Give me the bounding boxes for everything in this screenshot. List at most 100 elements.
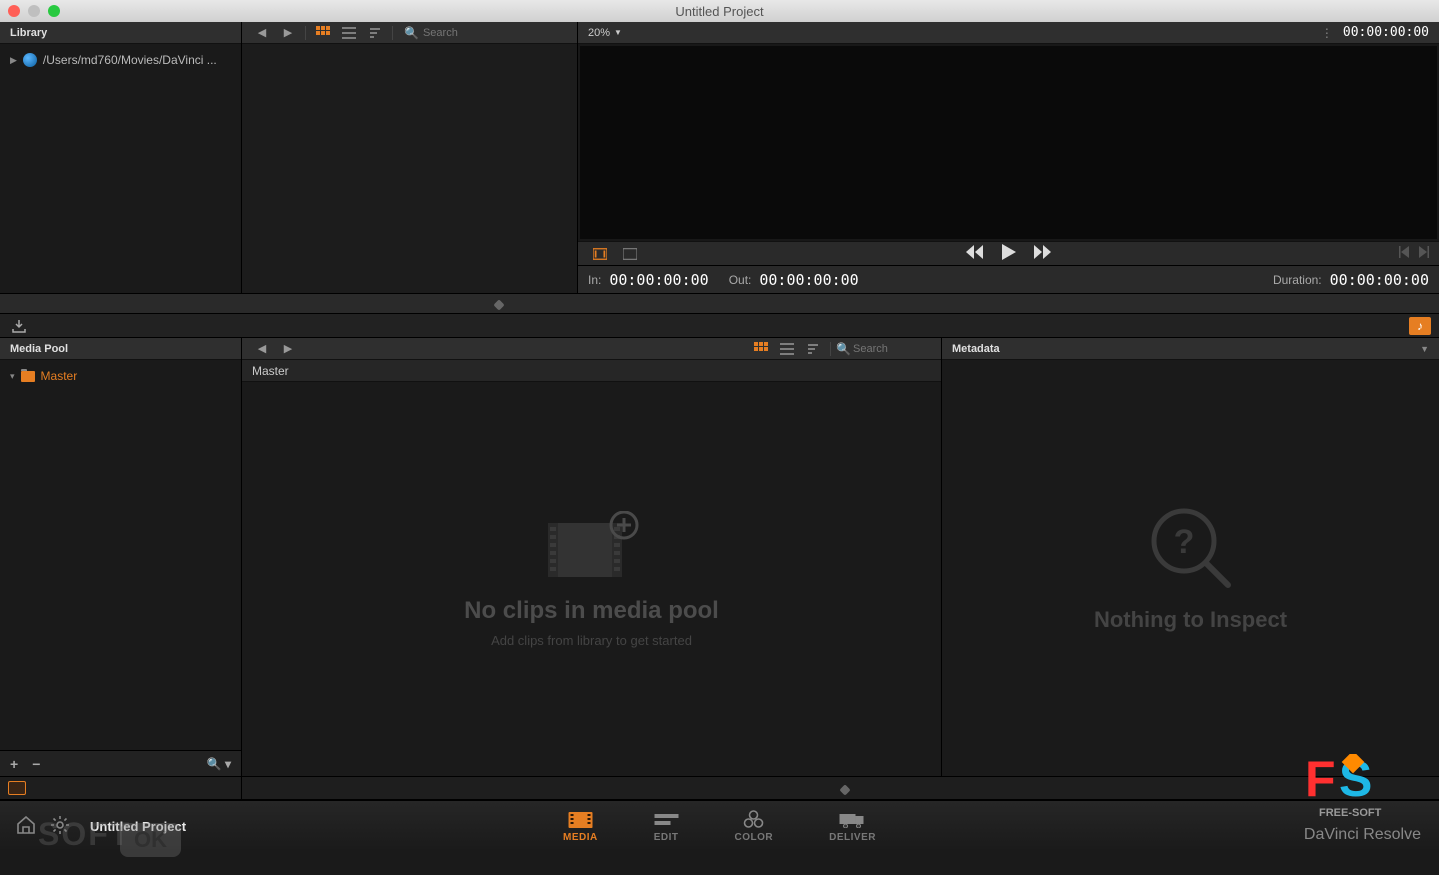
chevron-down-icon: ▼ <box>614 28 622 37</box>
question-magnifier-icon: ? <box>1146 503 1236 593</box>
safe-area-button[interactable] <box>618 245 642 263</box>
viewer-footer: In: 00:00:00:00 Out: 00:00:00:00 Duratio… <box>578 265 1439 293</box>
close-window-button[interactable] <box>8 5 20 17</box>
out-label: Out: <box>729 273 752 287</box>
clip-grid-panel: ◀ ▶ 🔍 Master <box>242 338 942 776</box>
filmstrip-plus-icon <box>542 511 642 581</box>
zoom-dropdown[interactable]: 20% ▼ <box>588 27 622 39</box>
pool-footer-toolbar: + − 🔍 ▾ <box>0 750 241 776</box>
bottom-strip <box>0 776 1439 800</box>
pool-nav-back-button[interactable]: ◀ <box>250 340 274 358</box>
page-label: DELIVER <box>829 832 876 843</box>
globe-icon <box>23 53 37 67</box>
clip-list-toggle-button[interactable] <box>8 781 26 795</box>
metadata-panel: Metadata ▼ ? Nothing to Inspect <box>942 338 1439 776</box>
go-to-start-button[interactable] <box>966 245 984 262</box>
duration-timecode: 00:00:00:00 <box>1330 271 1429 289</box>
sort-options-button[interactable] <box>363 24 387 42</box>
divider <box>305 26 306 40</box>
out-timecode[interactable]: 00:00:00:00 <box>759 271 858 289</box>
metadata-options-button[interactable]: ▼ <box>1420 344 1429 354</box>
project-name: Untitled Project <box>90 819 186 834</box>
empty-metadata-state: ? Nothing to Inspect <box>942 360 1439 776</box>
minimize-window-button[interactable] <box>28 5 40 17</box>
view-grid-button[interactable] <box>311 24 335 42</box>
in-label: In: <box>588 273 601 287</box>
chevron-down-icon: ▾ <box>10 371 15 382</box>
clip-browser-panel: ◀ ▶ 🔍 <box>242 22 578 293</box>
edit-page-icon <box>654 811 678 829</box>
metadata-header: Metadata <box>952 343 1000 355</box>
divider <box>830 342 831 356</box>
page-tab-color[interactable]: COLOR <box>735 811 774 843</box>
scrub-handle[interactable] <box>493 299 504 310</box>
page-tab-deliver[interactable]: DELIVER <box>829 811 876 843</box>
page-tab-edit[interactable]: EDIT <box>654 811 679 843</box>
pool-sort-button[interactable] <box>801 340 825 358</box>
brand-label: DaVinci Resolve <box>1304 826 1421 844</box>
maximize-window-button[interactable] <box>48 5 60 17</box>
thumbnail-size-handle[interactable] <box>839 784 850 795</box>
add-bin-button[interactable]: + <box>10 756 18 772</box>
go-to-end-button[interactable] <box>1034 245 1052 262</box>
page-label: MEDIA <box>563 832 598 843</box>
library-panel: Library ▶ /Users/md760/Movies/DaVinci ..… <box>0 22 242 293</box>
home-button[interactable] <box>16 816 36 837</box>
divider <box>392 26 393 40</box>
media-pool-panel: Media Pool ▾ Master + − 🔍 ▾ <box>0 338 242 776</box>
play-button[interactable] <box>1002 244 1016 263</box>
pool-search-button[interactable]: 🔍 ▾ <box>207 757 231 771</box>
zoom-value: 20% <box>588 27 610 39</box>
library-header: Library <box>0 22 241 44</box>
viewer-timecode: 00:00:00:00 <box>1343 25 1429 40</box>
search-icon: 🔍 <box>836 342 851 356</box>
source-viewer-panel: 20% ▼ ⋮ 00:00:00:00 <box>578 22 1439 293</box>
match-frame-button[interactable] <box>588 245 612 263</box>
empty-media-pool-state: No clips in media pool Add clips from li… <box>242 382 941 776</box>
viewer-options-button[interactable]: ⋮ <box>1321 26 1333 40</box>
pool-view-grid-button[interactable] <box>749 340 773 358</box>
pool-breadcrumb[interactable]: Master <box>242 360 941 382</box>
import-media-button[interactable] <box>8 317 30 335</box>
master-bin-row[interactable]: ▾ Master <box>10 366 231 386</box>
view-list-button[interactable] <box>337 24 361 42</box>
viewer-canvas[interactable] <box>580 46 1437 239</box>
nav-back-button[interactable]: ◀ <box>250 24 274 42</box>
nav-forward-button[interactable]: ▶ <box>276 24 300 42</box>
page-tab-media[interactable]: MEDIA <box>563 811 598 843</box>
settings-button[interactable] <box>50 815 70 838</box>
pool-nav-forward-button[interactable]: ▶ <box>276 340 300 358</box>
media-page-icon <box>568 811 592 829</box>
page-label: COLOR <box>735 832 774 843</box>
deliver-page-icon <box>840 811 866 829</box>
master-bin-label: Master <box>41 369 78 383</box>
pool-search-input[interactable] <box>853 343 933 355</box>
metadata-empty-title: Nothing to Inspect <box>1094 607 1287 633</box>
search-icon: 🔍 <box>404 26 419 40</box>
window-titlebar: Untitled Project <box>0 0 1439 22</box>
color-page-icon <box>744 811 764 829</box>
prev-clip-button[interactable] <box>1399 246 1409 261</box>
page-label: EDIT <box>654 832 679 843</box>
svg-text:?: ? <box>1173 523 1194 561</box>
pool-view-list-button[interactable] <box>775 340 799 358</box>
page-navigation: Untitled Project MEDIA EDIT COLOR DELIVE… <box>0 800 1439 852</box>
media-pool-header: Media Pool <box>0 338 241 360</box>
remove-bin-button[interactable]: − <box>32 756 40 772</box>
scrub-strip[interactable] <box>0 294 1439 314</box>
window-title: Untitled Project <box>675 4 763 19</box>
folder-icon <box>21 371 35 382</box>
browser-search-input[interactable] <box>423 27 563 39</box>
in-timecode[interactable]: 00:00:00:00 <box>609 271 708 289</box>
duration-label: Duration: <box>1273 273 1322 287</box>
browser-toolbar: ◀ ▶ 🔍 <box>242 22 577 44</box>
chevron-right-icon: ▶ <box>10 55 17 66</box>
middle-toolbar: ♪ <box>0 314 1439 338</box>
empty-pool-subtitle: Add clips from library to get started <box>491 633 692 648</box>
pool-toolbar: ◀ ▶ 🔍 <box>242 338 941 360</box>
audio-waveform-button[interactable]: ♪ <box>1409 317 1431 335</box>
library-path-row[interactable]: ▶ /Users/md760/Movies/DaVinci ... <box>10 50 231 70</box>
empty-pool-title: No clips in media pool <box>464 597 719 625</box>
browser-empty-area <box>242 44 577 293</box>
next-clip-button[interactable] <box>1419 246 1429 261</box>
